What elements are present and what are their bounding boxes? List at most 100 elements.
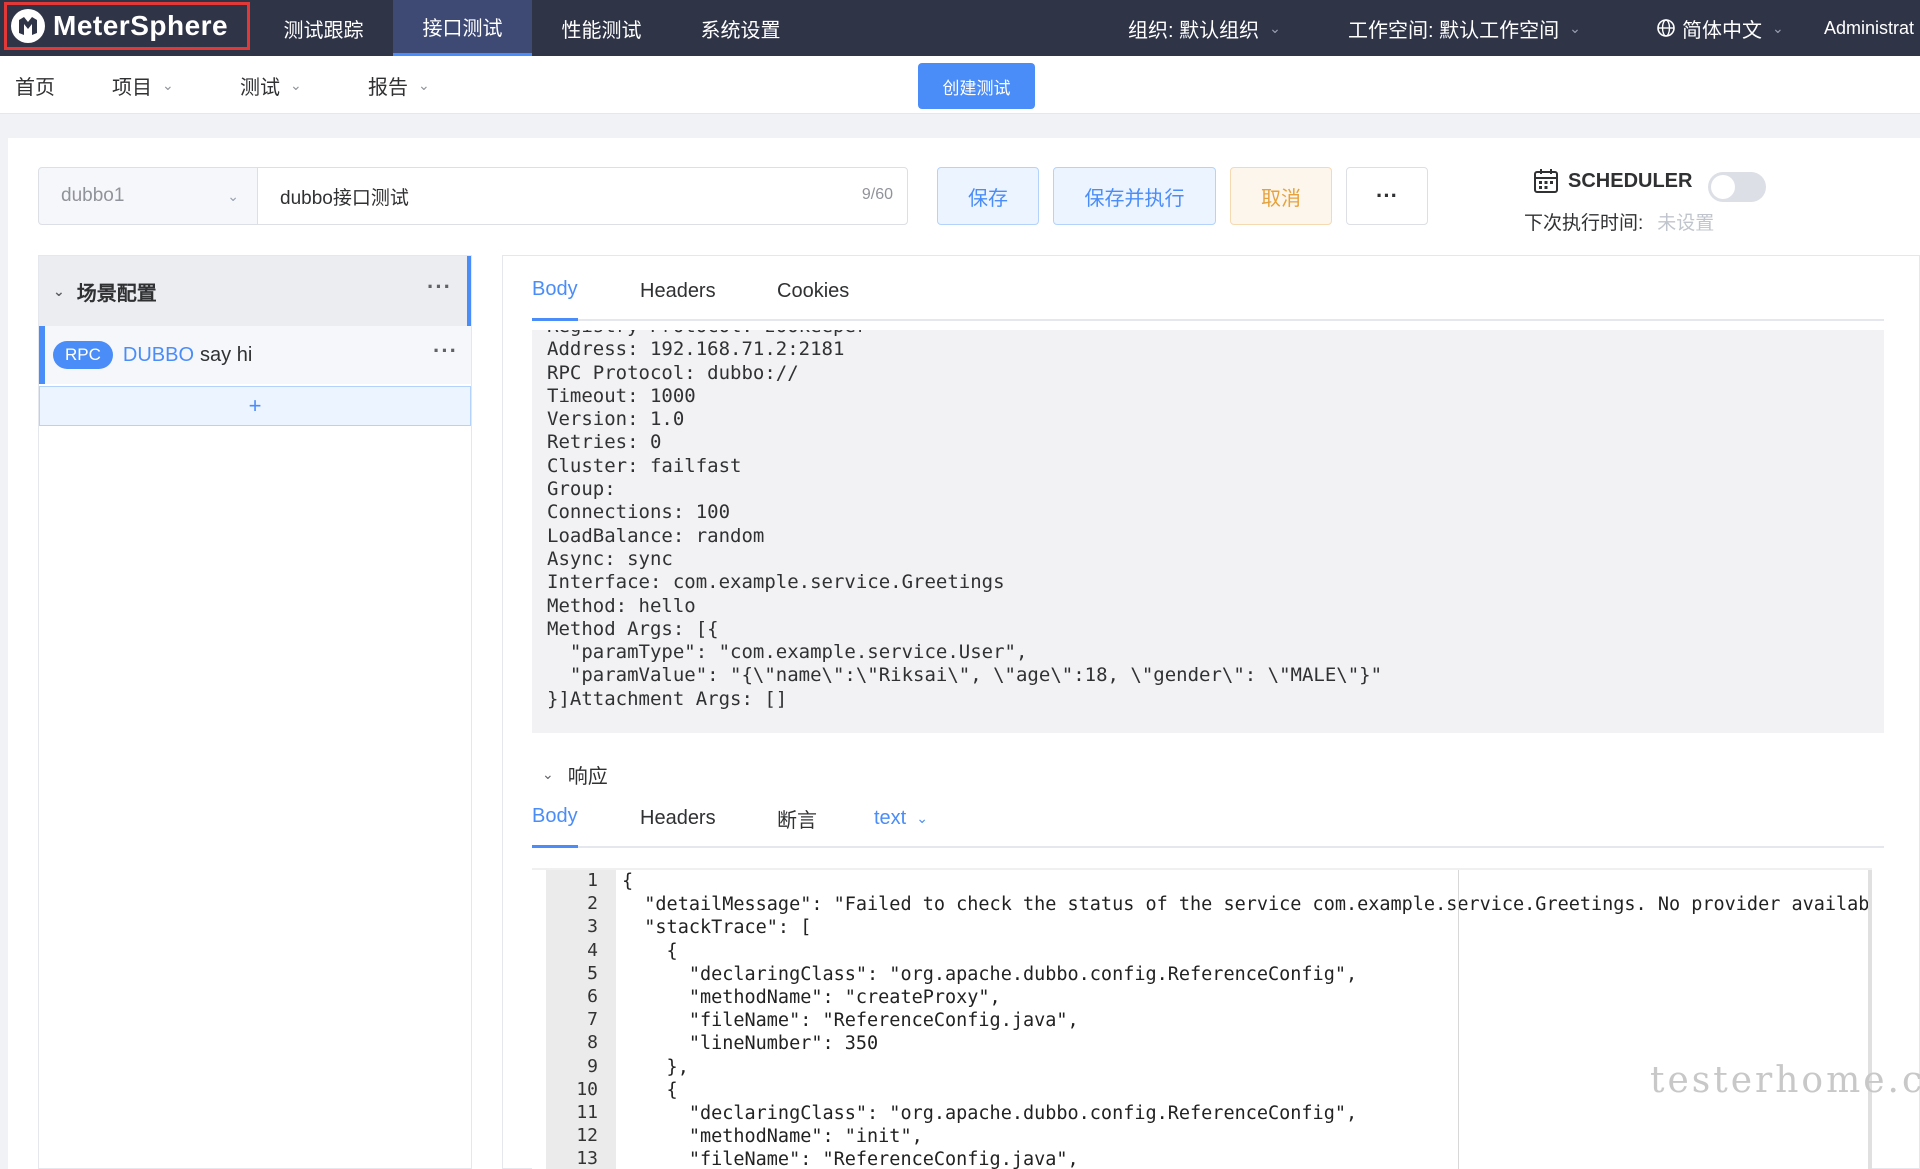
- line-number: 9: [587, 1055, 598, 1077]
- subnav-report[interactable]: 报告 ⌄: [368, 56, 430, 114]
- add-request-button[interactable]: +: [39, 386, 471, 426]
- user-menu[interactable]: Administrat: [1824, 0, 1914, 56]
- code-line: {: [622, 940, 678, 962]
- line-number: 6: [587, 986, 598, 1007]
- print-margin: [1458, 870, 1459, 1169]
- code-line: "lineNumber": 350: [622, 1033, 879, 1055]
- user-name: Administrat: [1824, 17, 1915, 38]
- line-number: 3: [587, 916, 598, 938]
- metersphere-logo-icon: [11, 9, 45, 43]
- nav-api-test[interactable]: 接口测试: [393, 0, 532, 56]
- chevron-down-icon[interactable]: ⌄: [542, 766, 554, 783]
- subnav-test-label: 测试: [240, 76, 280, 99]
- subnav-report-label: 报告: [368, 76, 408, 99]
- response-code: { "detailMessage": "Failed to check the …: [622, 870, 1872, 1169]
- line-number: 4: [587, 939, 598, 961]
- workspace-switcher[interactable]: 工作空间: 默认工作空间 ⌄: [1348, 0, 1581, 56]
- response-format-value: text: [874, 806, 907, 829]
- line-number: 5: [587, 962, 598, 984]
- code-line: "methodName": "init",: [622, 1126, 923, 1148]
- line-number: 12: [576, 1125, 598, 1147]
- response-format-select[interactable]: text ⌄: [874, 788, 928, 848]
- tab-response-headers[interactable]: Headers: [640, 788, 716, 848]
- language-label: 简体中文: [1682, 19, 1762, 42]
- subnav-project-label: 项目: [112, 76, 152, 99]
- chevron-down-icon: ⌄: [1269, 19, 1281, 36]
- code-line: "stackTrace": [: [622, 917, 812, 939]
- code-line: {: [622, 871, 634, 892]
- response-code-editor[interactable]: 1 2 3 4 5 6 7 8 9 10 11 12 13 { "detailMessage": "Fa…: [532, 868, 1872, 1169]
- rpc-tag: RPC: [53, 341, 113, 369]
- request-name: say hi: [200, 343, 253, 366]
- scheduler-label: SCHEDULER: [1568, 169, 1693, 192]
- tab-request-headers[interactable]: Headers: [640, 261, 716, 321]
- nav-test-track[interactable]: 测试跟踪: [254, 0, 393, 56]
- code-line: "fileName": "ReferenceConfig.java",: [622, 1010, 1079, 1032]
- protocol-label: DUBBO: [122, 343, 195, 366]
- subnav-test[interactable]: 测试 ⌄: [240, 56, 302, 114]
- scenario-more-icon[interactable]: ···: [427, 274, 452, 300]
- editor-scrollbar[interactable]: [1868, 870, 1872, 1169]
- chevron-down-icon: ⌄: [1569, 19, 1581, 36]
- scenario-panel: ⌄ 场景配置 ··· RPC DUBBO say hi ··· +: [38, 255, 472, 1169]
- workspace-label: 工作空间: 默认工作空间: [1348, 19, 1560, 42]
- chevron-down-icon: ⌄: [1772, 19, 1784, 36]
- tab-request-cookies[interactable]: Cookies: [777, 261, 849, 321]
- test-name-input[interactable]: dubbo接口测试 9/60: [257, 167, 908, 225]
- line-number: 7: [587, 1009, 598, 1031]
- line-number: 2: [587, 893, 598, 915]
- language-switcher[interactable]: 简体中文 ⌄: [1656, 0, 1784, 56]
- org-switcher[interactable]: 组织: 默认组织 ⌄: [1128, 0, 1281, 56]
- response-title: 响应: [567, 766, 608, 788]
- request-body-text: Registry Protocol: zookeeper Address: 19…: [547, 330, 1383, 710]
- chevron-down-icon[interactable]: ⌄: [53, 283, 65, 300]
- line-number: 8: [587, 1032, 598, 1054]
- nav-system-settings[interactable]: 系统设置: [671, 0, 810, 56]
- request-body-view[interactable]: Registry Protocol: zookeeper Address: 19…: [532, 330, 1884, 733]
- tab-response-body[interactable]: Body: [532, 788, 578, 848]
- create-test-button[interactable]: 创建测试: [918, 63, 1035, 109]
- calendar-icon: [1534, 169, 1558, 193]
- next-run-time: 下次执行时间: 未设置: [1524, 208, 1714, 235]
- test-name-value: dubbo接口测试: [280, 187, 409, 209]
- globe-icon: [1657, 19, 1675, 37]
- line-number: 13: [576, 1148, 598, 1169]
- response-tabs: Body Headers 断言 text ⌄: [532, 788, 1884, 848]
- request-tabs: Body Headers Cookies: [532, 261, 1884, 321]
- brand-name: MeterSphere: [53, 10, 229, 41]
- chevron-down-icon: ⌄: [418, 76, 430, 93]
- response-section-header[interactable]: ⌄ 响应: [542, 760, 608, 789]
- save-button[interactable]: 保存: [937, 167, 1039, 225]
- name-char-counter: 9/60: [861, 186, 893, 203]
- project-select[interactable]: dubbo1 ⌄: [38, 167, 258, 225]
- code-line: "declaringClass": "org.apache.dubbo.conf…: [622, 963, 1358, 985]
- code-line: "declaringClass": "org.apache.dubbo.conf…: [622, 1103, 1358, 1125]
- next-run-value: 未设置: [1657, 213, 1715, 234]
- org-label: 组织: 默认组织: [1128, 19, 1260, 42]
- nav-performance-test[interactable]: 性能测试: [532, 0, 671, 56]
- scenario-header[interactable]: ⌄ 场景配置 ···: [39, 256, 471, 326]
- request-item[interactable]: RPC DUBBO say hi ···: [39, 326, 471, 384]
- next-run-label: 下次执行时间:: [1524, 213, 1644, 234]
- tab-request-body[interactable]: Body: [532, 261, 578, 321]
- top-header: MeterSphere 测试跟踪 接口测试 性能测试 系统设置 组织: 默认组织…: [0, 0, 1920, 56]
- scheduler-toggle[interactable]: [1708, 172, 1766, 202]
- chevron-down-icon: ⌄: [162, 76, 174, 93]
- project-select-value: dubbo1: [61, 185, 125, 206]
- cancel-button[interactable]: 取消: [1230, 167, 1332, 225]
- request-more-icon[interactable]: ···: [433, 338, 458, 364]
- scheduler: SCHEDULER: [1532, 167, 1692, 195]
- subnav-project[interactable]: 项目 ⌄: [112, 56, 174, 114]
- tab-response-assertions[interactable]: 断言: [777, 788, 817, 848]
- line-number-gutter: 1 2 3 4 5 6 7 8 9 10 11 12 13: [546, 870, 616, 1169]
- code-line: "methodName": "createProxy",: [622, 987, 1001, 1009]
- line-number: 1: [587, 870, 598, 891]
- code-line: "detailMessage": "Failed to check the st…: [622, 894, 1872, 916]
- more-actions-button[interactable]: ···: [1346, 167, 1428, 225]
- subnav-home[interactable]: 首页: [15, 56, 55, 114]
- scenario-title: 场景配置: [76, 282, 157, 305]
- save-and-run-button[interactable]: 保存并执行: [1053, 167, 1216, 225]
- line-number: 11: [576, 1102, 598, 1123]
- brand-logo[interactable]: MeterSphere: [4, 2, 250, 50]
- chevron-down-icon: ⌄: [916, 809, 928, 826]
